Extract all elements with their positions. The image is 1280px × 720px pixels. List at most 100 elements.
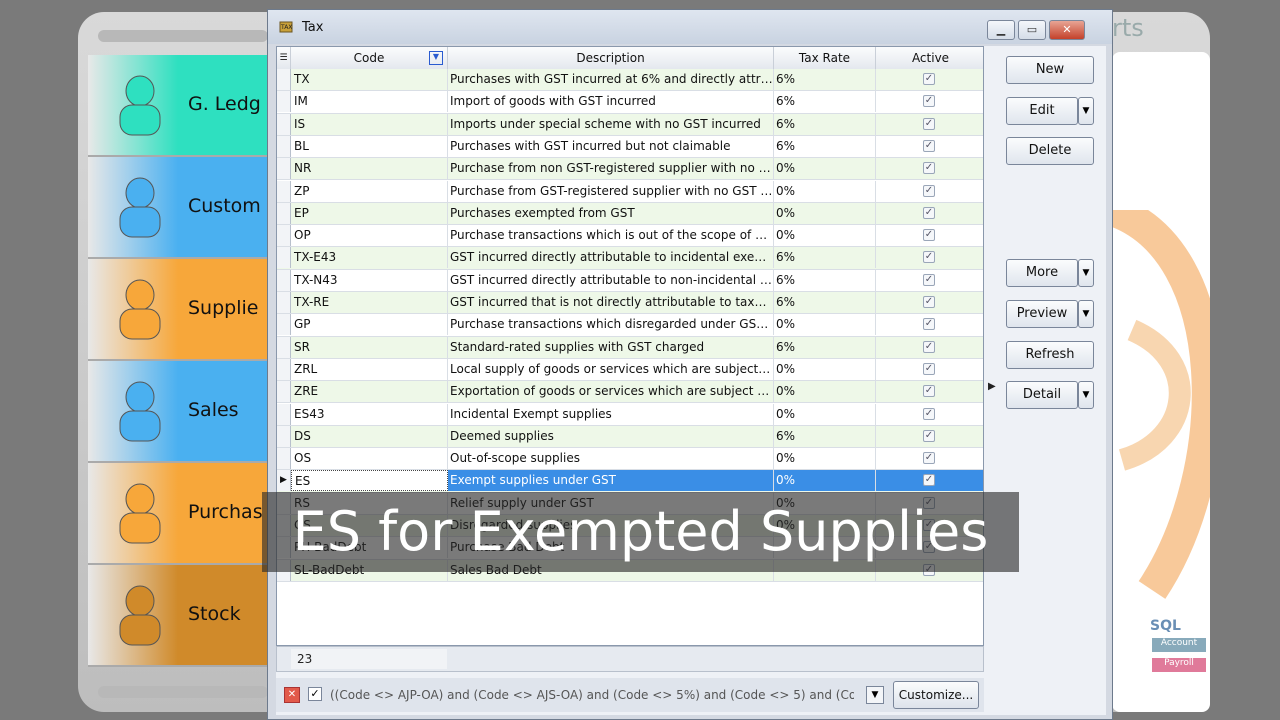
- table-row[interactable]: NR Purchase from non GST-registered suppl…: [277, 158, 983, 181]
- column-header-active[interactable]: Active: [876, 47, 983, 69]
- maximize-button[interactable]: ▭: [1018, 20, 1046, 40]
- cell-tax-rate[interactable]: 0%: [774, 180, 876, 202]
- table-row[interactable]: IS Imports under special scheme with no G…: [277, 113, 983, 136]
- cell-description[interactable]: Purchase transactions which is out of th…: [448, 225, 774, 247]
- edit-button[interactable]: Edit: [1006, 97, 1078, 125]
- cell-code[interactable]: ES: [291, 470, 448, 492]
- cell-code[interactable]: OS: [291, 448, 448, 470]
- active-checkbox[interactable]: ✓: [923, 273, 935, 286]
- column-header-tax-rate[interactable]: Tax Rate: [774, 47, 876, 69]
- cell-description[interactable]: Out-of-scope supplies: [448, 448, 774, 470]
- cell-tax-rate[interactable]: 0%: [774, 314, 876, 336]
- more-dropdown-button[interactable]: ▼: [1078, 259, 1094, 287]
- cell-description[interactable]: Exportation of goods or services which a…: [448, 381, 774, 403]
- table-row[interactable]: IM Import of goods with GST incurred 6% ✓: [277, 91, 983, 114]
- row-indicator[interactable]: [277, 448, 291, 470]
- new-button[interactable]: New: [1006, 56, 1094, 84]
- table-row[interactable]: ES43 Incidental Exempt supplies 0% ✓: [277, 403, 983, 426]
- cell-description[interactable]: Standard-rated supplies with GST charged: [448, 336, 774, 358]
- cell-code[interactable]: TX-RE: [291, 292, 448, 313]
- clear-filter-icon[interactable]: ✕: [284, 687, 300, 703]
- active-checkbox[interactable]: ✓: [923, 95, 935, 108]
- row-indicator[interactable]: [277, 135, 291, 157]
- cell-tax-rate[interactable]: 6%: [774, 336, 876, 358]
- cell-code[interactable]: TX: [291, 69, 448, 90]
- cell-active[interactable]: ✓: [876, 203, 983, 224]
- column-header-code[interactable]: Code ▼: [291, 47, 448, 69]
- cell-active[interactable]: ✓: [876, 158, 983, 179]
- cell-code[interactable]: ZRE: [291, 381, 448, 403]
- cell-code[interactable]: BL: [291, 135, 448, 157]
- detail-button[interactable]: Detail: [1006, 381, 1078, 409]
- cell-tax-rate[interactable]: 6%: [774, 269, 876, 291]
- table-row[interactable]: DS Deemed supplies 6% ✓: [277, 425, 983, 449]
- cell-active[interactable]: ✓: [876, 448, 983, 469]
- refresh-button[interactable]: Refresh: [1006, 341, 1094, 369]
- active-checkbox[interactable]: ✓: [923, 452, 935, 465]
- active-checkbox[interactable]: ✓: [923, 296, 935, 308]
- title-bar[interactable]: TAX Tax ▁ ▭ ✕: [268, 10, 1112, 44]
- cell-active[interactable]: ✓: [876, 314, 983, 335]
- cell-tax-rate[interactable]: 0%: [774, 202, 876, 224]
- cell-tax-rate[interactable]: 6%: [774, 113, 876, 135]
- active-checkbox[interactable]: ✓: [923, 229, 935, 242]
- cell-description[interactable]: Exempt supplies under GST: [448, 470, 774, 492]
- table-row[interactable]: ZP Purchase from GST-registered supplier …: [277, 180, 983, 203]
- row-indicator[interactable]: ▶: [277, 470, 291, 492]
- cell-tax-rate[interactable]: 0%: [774, 358, 876, 380]
- cell-active[interactable]: ✓: [876, 404, 983, 425]
- table-row[interactable]: OP Purchase transactions which is out of …: [277, 225, 983, 248]
- filter-dropdown-button[interactable]: ▼: [866, 686, 884, 704]
- cell-active[interactable]: ✓: [876, 91, 983, 112]
- detail-dropdown-button[interactable]: ▼: [1078, 381, 1094, 409]
- active-checkbox[interactable]: ✓: [923, 429, 935, 442]
- cell-description[interactable]: GST incurred directly attributable to in…: [448, 247, 774, 269]
- cell-description[interactable]: Import of goods with GST incurred: [448, 91, 774, 113]
- cell-description[interactable]: Incidental Exempt supplies: [448, 403, 774, 425]
- cell-tax-rate[interactable]: 6%: [774, 135, 876, 157]
- cell-code[interactable]: TX-N43: [291, 269, 448, 291]
- active-checkbox[interactable]: ✓: [923, 139, 935, 152]
- column-chooser-icon[interactable]: ☰: [277, 47, 291, 69]
- active-checkbox[interactable]: ✓: [923, 340, 935, 353]
- cell-description[interactable]: Imports under special scheme with no GST…: [448, 113, 774, 135]
- cell-code[interactable]: GP: [291, 314, 448, 336]
- cell-code[interactable]: EP: [291, 202, 448, 224]
- cell-code[interactable]: OP: [291, 225, 448, 247]
- preview-button[interactable]: Preview: [1006, 300, 1078, 328]
- cell-code[interactable]: ZRL: [291, 358, 448, 380]
- row-indicator[interactable]: [277, 292, 291, 313]
- table-row[interactable]: ▶ ES Exempt supplies under GST 0% ✓: [277, 470, 983, 493]
- row-indicator[interactable]: [277, 180, 291, 202]
- table-row[interactable]: TX-RE GST incurred that is not directly a…: [277, 292, 983, 315]
- cell-active[interactable]: ✓: [876, 136, 983, 157]
- table-row[interactable]: BL Purchases with GST incurred but not cl…: [277, 135, 983, 159]
- cell-code[interactable]: ES43: [291, 403, 448, 425]
- cell-active[interactable]: ✓: [876, 337, 983, 358]
- table-row[interactable]: SR Standard-rated supplies with GST charg…: [277, 336, 983, 359]
- cell-code[interactable]: DS: [291, 425, 448, 447]
- cell-description[interactable]: Purchase from non GST-registered supplie…: [448, 158, 774, 180]
- active-checkbox[interactable]: ✓: [923, 318, 935, 331]
- cell-description[interactable]: Purchase transactions which disregarded …: [448, 314, 774, 336]
- table-row[interactable]: EP Purchases exempted from GST 0% ✓: [277, 202, 983, 226]
- active-checkbox[interactable]: ✓: [923, 73, 935, 85]
- table-row[interactable]: TX Purchases with GST incurred at 6% and …: [277, 69, 983, 92]
- active-checkbox[interactable]: ✓: [923, 162, 935, 175]
- cell-description[interactable]: Purchases with GST incurred but not clai…: [448, 135, 774, 157]
- cell-active[interactable]: ✓: [876, 270, 983, 291]
- cell-code[interactable]: IS: [291, 113, 448, 135]
- cell-description[interactable]: GST incurred directly attributable to no…: [448, 269, 774, 291]
- close-button[interactable]: ✕: [1049, 20, 1085, 40]
- delete-button[interactable]: Delete: [1006, 137, 1094, 165]
- row-indicator[interactable]: [277, 225, 291, 247]
- table-row[interactable]: TX-N43 GST incurred directly attributable…: [277, 269, 983, 292]
- row-indicator[interactable]: [277, 269, 291, 291]
- row-indicator[interactable]: [277, 247, 291, 269]
- row-indicator[interactable]: [277, 358, 291, 380]
- row-indicator[interactable]: [277, 336, 291, 358]
- cell-code[interactable]: TX-E43: [291, 247, 448, 269]
- cell-code[interactable]: IM: [291, 91, 448, 113]
- filter-icon[interactable]: ▼: [429, 51, 443, 65]
- edit-dropdown-button[interactable]: ▼: [1078, 97, 1094, 125]
